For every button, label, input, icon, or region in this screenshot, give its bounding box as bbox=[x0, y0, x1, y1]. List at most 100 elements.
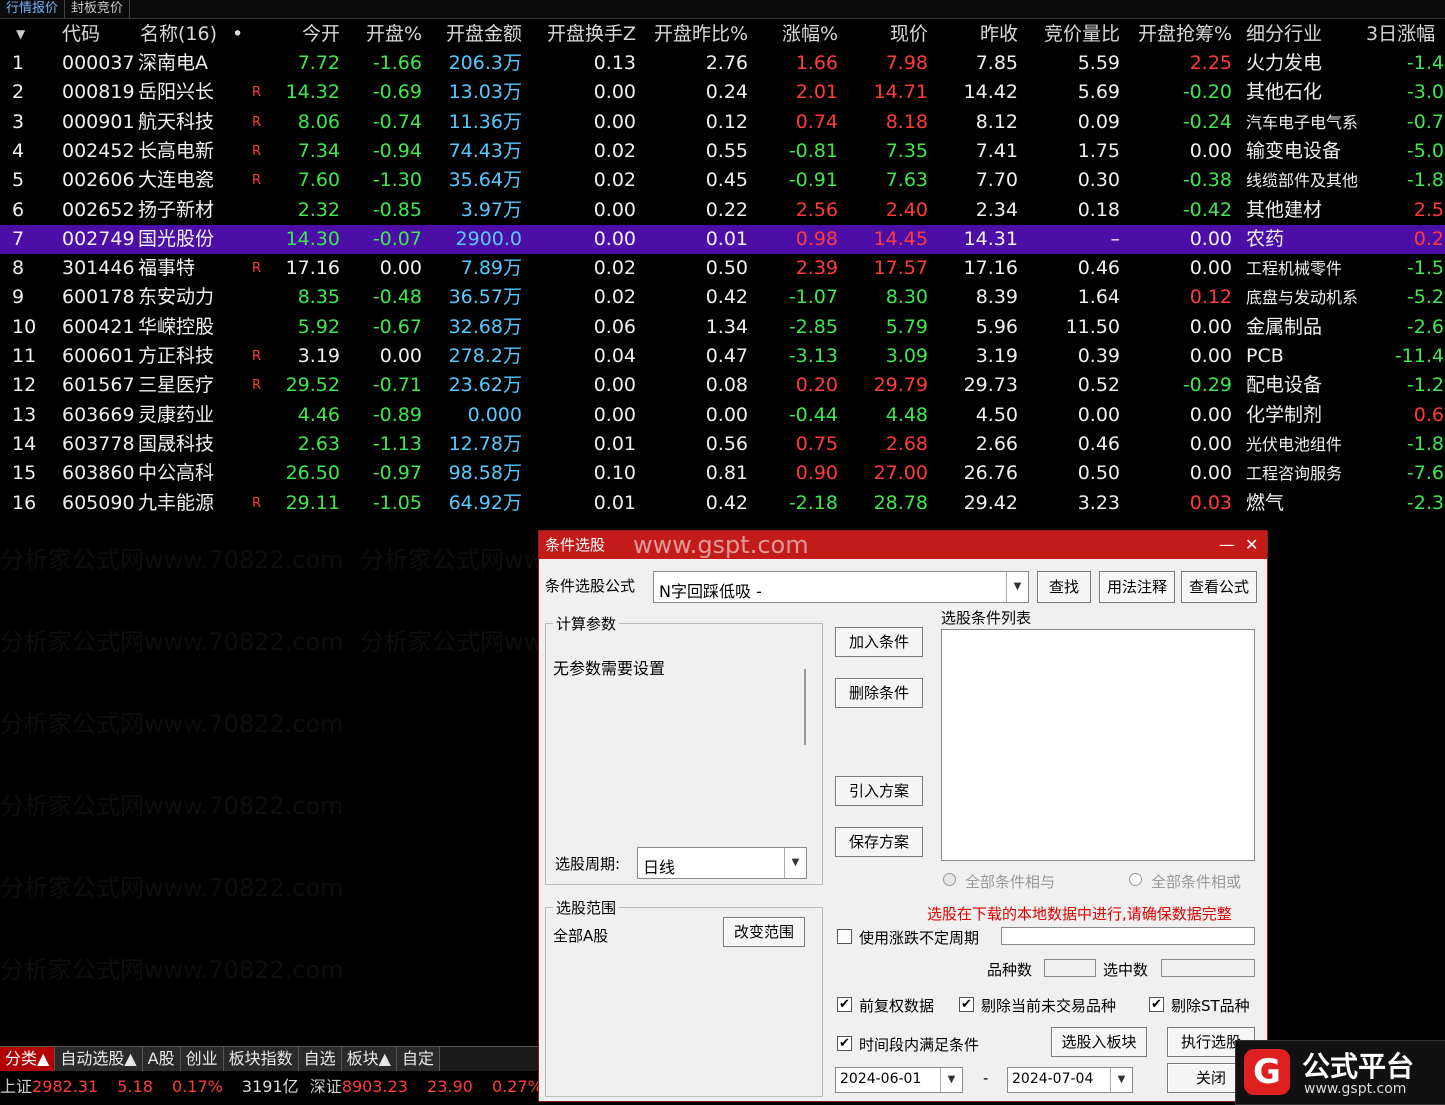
col-open[interactable]: 今开 bbox=[280, 20, 340, 49]
change-range-button[interactable]: 改变范围 bbox=[723, 917, 805, 947]
table-row[interactable]: 10 600421 华嵘控股 5.92 -0.67 32.68万 0.06 1.34 -2.85… bbox=[0, 313, 1445, 342]
tab-chinext[interactable]: 创业 bbox=[180, 1047, 224, 1071]
col-industry[interactable]: 细分行业 bbox=[1246, 20, 1322, 49]
calendar-dropdown-icon[interactable]: ▼ bbox=[940, 1068, 962, 1092]
stock-name: 国光股份 bbox=[138, 227, 215, 250]
col-volume-ratio[interactable]: 竞价量比 bbox=[1030, 20, 1120, 49]
close-icon[interactable]: ✕ bbox=[1245, 531, 1258, 559]
col-code[interactable]: 代码 bbox=[62, 20, 100, 49]
change-pct: -2.85 bbox=[788, 315, 838, 338]
table-row[interactable]: 8 301446 福事特 R 17.16 0.00 7.89万 0.02 0.50 2.39 17.… bbox=[0, 254, 1445, 283]
count-value bbox=[1044, 959, 1096, 977]
stock-code: 600178 bbox=[62, 286, 135, 309]
condition-list[interactable] bbox=[941, 629, 1255, 861]
import-scheme-button[interactable]: 引入方案 bbox=[835, 776, 923, 806]
to-block-button[interactable]: 选股入板块 bbox=[1051, 1027, 1147, 1057]
stock-code: 301446 bbox=[62, 257, 135, 280]
table-row[interactable]: 12 601567 三星医疗 R 29.52 -0.71 23.62万 0.00 0.08 0.2… bbox=[0, 371, 1445, 400]
table-row[interactable]: 7 002749 国光股份 14.30 -0.07 2900.0 0.00 0.01 0.98 1… bbox=[0, 224, 1445, 254]
tab-custom[interactable]: 自定 bbox=[396, 1047, 440, 1071]
chevron-down-icon[interactable]: ▼ bbox=[1006, 572, 1028, 602]
table-row[interactable]: 15 603860 中公高科 26.50 -0.97 98.58万 0.10 0.81 0.90… bbox=[0, 459, 1445, 488]
save-scheme-button[interactable]: 保存方案 bbox=[835, 827, 923, 857]
tab-sector-index[interactable]: 板块指数 bbox=[223, 1047, 299, 1071]
exclude-untraded-checkbox[interactable]: ✔ bbox=[959, 997, 974, 1012]
table-row[interactable]: 6 002652 扬子新材 2.32 -0.85 3.97万 0.00 0.22 2.56 2.4… bbox=[0, 196, 1445, 225]
col-open-amount[interactable]: 开盘金额 bbox=[432, 20, 522, 49]
col-open-pct[interactable]: 开盘% bbox=[350, 20, 422, 49]
formula-select[interactable]: N字回踩低吸 - ▼ bbox=[653, 571, 1029, 603]
prev-close: 2.66 bbox=[975, 432, 1018, 455]
open-grab: 0.00 bbox=[1189, 315, 1232, 338]
radio-and[interactable] bbox=[943, 873, 956, 886]
table-row[interactable]: 9 600178 东安动力 8.35 -0.48 36.57万 0.02 0.42 -1.07 8… bbox=[0, 283, 1445, 312]
var-period-checkbox[interactable] bbox=[837, 929, 852, 944]
table-row[interactable]: 2 000819 岳阳兴长 R 14.32 -0.69 13.03万 0.00 0.24 2.01… bbox=[0, 78, 1445, 107]
table-row[interactable]: 1 000037 深南电A 7.72 -1.66 206.3万 0.13 2.76 1.66 7.… bbox=[0, 49, 1445, 78]
exclude-st-checkbox[interactable]: ✔ bbox=[1149, 997, 1164, 1012]
tab-watchlist[interactable]: 自选 bbox=[298, 1047, 342, 1071]
col-3day[interactable]: 3日涨幅 bbox=[1366, 20, 1435, 49]
open-grab: 0.03 bbox=[1189, 491, 1232, 514]
row-number: 9 bbox=[12, 286, 25, 309]
find-button[interactable]: 查找 bbox=[1037, 571, 1091, 603]
logo-text: 公式平台 bbox=[1302, 1050, 1415, 1083]
add-condition-button[interactable]: 加入条件 bbox=[835, 627, 923, 657]
tab-auto-select[interactable]: 自动选股▲ bbox=[55, 1047, 143, 1071]
period-label: 选股周期: bbox=[555, 855, 621, 873]
industry: 其他建材 bbox=[1246, 198, 1323, 221]
industry: 配电设备 bbox=[1246, 374, 1323, 397]
stock-name: 福事特 bbox=[138, 257, 196, 280]
col-change-pct[interactable]: 涨幅% bbox=[760, 20, 838, 49]
date-from-picker[interactable]: 2024-06-01 ▼ bbox=[835, 1067, 963, 1093]
table-row[interactable]: 3 000901 航天科技 R 8.06 -0.74 11.36万 0.00 0.12 0.74 8… bbox=[0, 108, 1445, 137]
open-price: 17.16 bbox=[285, 257, 340, 280]
current-price: 8.18 bbox=[885, 110, 928, 133]
delete-condition-button[interactable]: 删除条件 bbox=[835, 678, 923, 708]
table-row[interactable]: 4 002452 长高电新 R 7.34 -0.94 74.43万 0.02 0.55 -0.81… bbox=[0, 137, 1445, 166]
col-open-ratio[interactable]: 开盘昨比% bbox=[640, 20, 748, 49]
dialog-titlebar[interactable]: 条件选股 www.gspt.com — ✕ bbox=[539, 531, 1267, 559]
tab-category[interactable]: 分类▲ bbox=[0, 1047, 56, 1071]
open-turnover: 0.00 bbox=[593, 374, 636, 397]
table-row[interactable]: 5 002606 大连电瓷 R 7.60 -1.30 35.64万 0.02 0.45 -0.91… bbox=[0, 166, 1445, 195]
open-price: 8.35 bbox=[297, 286, 340, 309]
tab-sector[interactable]: 板块▲ bbox=[341, 1047, 397, 1071]
change-pct: -0.91 bbox=[788, 169, 838, 192]
calendar-dropdown-icon[interactable]: ▼ bbox=[1110, 1068, 1132, 1092]
col-open-grab[interactable]: 开盘抢筹% bbox=[1128, 20, 1232, 49]
tab-limit-auction[interactable]: 封板竞价 bbox=[65, 0, 131, 18]
col-name[interactable]: 名称(16) bbox=[140, 20, 217, 49]
minimize-icon[interactable]: — bbox=[1219, 531, 1235, 559]
table-row[interactable]: 14 603778 国晟科技 2.63 -1.13 12.78万 0.01 0.56 0.75 2… bbox=[0, 430, 1445, 459]
tab-a-share[interactable]: A股 bbox=[142, 1047, 181, 1071]
tab-quotes[interactable]: 行情报价 bbox=[0, 0, 66, 18]
col-open-turnover[interactable]: 开盘换手Z bbox=[532, 20, 636, 49]
open-grab: 0.00 bbox=[1189, 345, 1232, 367]
table-row[interactable]: 13 603669 灵康药业 4.46 -0.89 0.000 0.00 0.00 -0.44 4… bbox=[0, 401, 1445, 430]
view-formula-button[interactable]: 查看公式 bbox=[1181, 571, 1257, 603]
var-period-input[interactable] bbox=[1001, 927, 1255, 945]
period-select[interactable]: 日线 ▼ bbox=[637, 847, 807, 879]
table-row[interactable]: 11 600601 方正科技 R 3.19 0.00 278.2万 0.04 0.47 -3.13… bbox=[0, 342, 1445, 371]
row-number: 1 bbox=[12, 52, 25, 74]
chevron-down-icon[interactable]: ▼ bbox=[784, 848, 806, 878]
radio-or[interactable] bbox=[1129, 873, 1142, 886]
sort-arrow-icon[interactable]: ▼ bbox=[16, 20, 25, 49]
open-turnover: 0.01 bbox=[593, 432, 636, 455]
current-price: 8.30 bbox=[885, 286, 928, 309]
col-price[interactable]: 现价 bbox=[860, 20, 928, 49]
watermark: 分析家公式网www.70822.com bbox=[0, 546, 344, 574]
params-scrollbar[interactable] bbox=[804, 669, 806, 745]
time-range-checkbox[interactable]: ✔ bbox=[837, 1036, 852, 1051]
row-number: 3 bbox=[12, 110, 25, 133]
three-day-change: -0.7 bbox=[1406, 110, 1444, 133]
usage-notes-button[interactable]: 用法注释 bbox=[1099, 571, 1175, 603]
adjust-checkbox[interactable]: ✔ bbox=[837, 997, 852, 1012]
current-price: 27.00 bbox=[873, 462, 928, 485]
open-turnover: 0.00 bbox=[593, 227, 636, 250]
table-row[interactable]: 16 605090 九丰能源 R 29.11 -1.05 64.92万 0.01 0.42 -2.… bbox=[0, 489, 1445, 518]
date-to-picker[interactable]: 2024-07-04 ▼ bbox=[1007, 1067, 1133, 1093]
prev-close: 29.42 bbox=[963, 491, 1018, 514]
col-prev-close[interactable]: 昨收 bbox=[950, 20, 1018, 49]
